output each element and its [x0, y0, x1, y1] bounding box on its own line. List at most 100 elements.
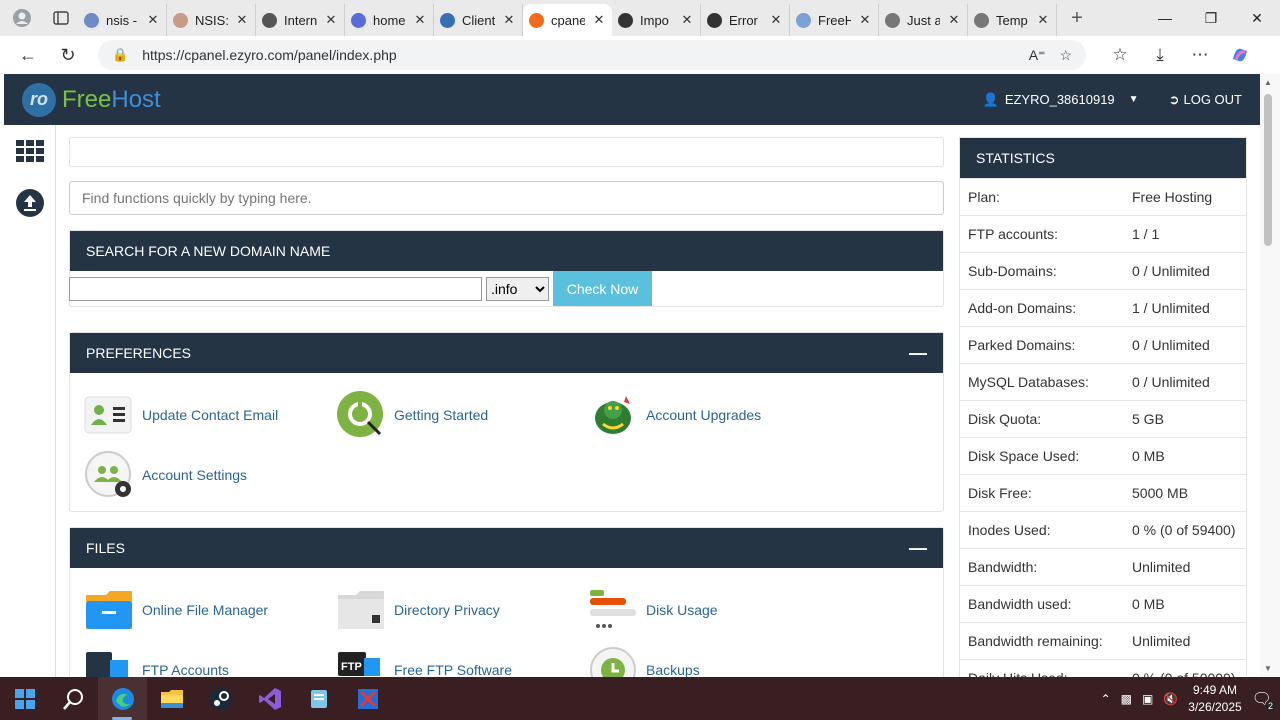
- new-tab-icon[interactable]: +: [1057, 4, 1097, 32]
- address-bar-row: ← ↻ 🔒 https://cpanel.ezyro.com/panel/ind…: [0, 36, 1280, 74]
- check-now-button[interactable]: Check Now: [553, 271, 652, 306]
- notepad-icon[interactable]: [294, 677, 343, 720]
- browser-tab[interactable]: NSIS: ✕: [167, 4, 256, 36]
- favorite-star-icon[interactable]: ☆: [1059, 47, 1072, 64]
- time: 9:49 AM: [1192, 682, 1237, 697]
- lock-icon[interactable]: 🔒: [112, 47, 128, 63]
- user-menu[interactable]: 👤 EZYRO_38610919 ▼: [983, 92, 1139, 108]
- scroll-up-icon[interactable]: ▲: [1264, 78, 1272, 87]
- close-tab-icon[interactable]: ✕: [592, 12, 606, 28]
- close-tab-icon[interactable]: ✕: [502, 12, 516, 28]
- stat-value: 0 / Unlimited: [1132, 337, 1210, 353]
- browser-tab[interactable]: Error ✕: [701, 4, 790, 36]
- stat-value: 0 / Unlimited: [1132, 263, 1210, 279]
- windows-start-icon[interactable]: [0, 677, 49, 720]
- logout-icon: ➲: [1168, 91, 1180, 107]
- app-icon[interactable]: [343, 677, 392, 720]
- browser-tab[interactable]: Impo ✕: [612, 4, 701, 36]
- freehost-logo[interactable]: ro FreeHost: [22, 82, 161, 117]
- scroll-down-icon[interactable]: ▼: [1264, 664, 1272, 673]
- browser-tab[interactable]: Intern ✕: [256, 4, 345, 36]
- browser-tab[interactable]: Client ✕: [434, 4, 523, 36]
- close-tab-icon[interactable]: ✕: [1036, 12, 1050, 28]
- minimize-icon[interactable]: —: [1142, 0, 1188, 36]
- collapse-icon[interactable]: —: [909, 343, 927, 364]
- favorites-icon[interactable]: ☆: [1100, 45, 1140, 65]
- meet-now-icon[interactable]: ▩: [1121, 692, 1132, 706]
- close-tab-icon[interactable]: ✕: [235, 12, 249, 28]
- scroll-thumb[interactable]: [1264, 94, 1272, 246]
- backups-link[interactable]: Backups: [588, 640, 840, 677]
- browser-tab[interactable]: home ✕: [345, 4, 434, 36]
- url-field[interactable]: 🔒 https://cpanel.ezyro.com/panel/index.p…: [98, 40, 1086, 70]
- collapse-icon[interactable]: —: [909, 538, 927, 559]
- browser-tab[interactable]: nsis - ✕: [78, 4, 167, 36]
- files-title: FILES: [86, 540, 125, 556]
- main-column: SEARCH FOR A NEW DOMAIN NAME .info Check…: [69, 137, 944, 677]
- item-label: Directory Privacy: [394, 602, 500, 618]
- online-file-manager-link[interactable]: Online File Manager: [84, 580, 336, 640]
- steam-icon[interactable]: [196, 677, 245, 720]
- show-hidden-icons-icon[interactable]: ⌃: [1101, 692, 1111, 706]
- stat-value: 0 MB: [1132, 596, 1165, 612]
- volume-muted-icon[interactable]: 🔇: [1163, 692, 1178, 706]
- upload-icon[interactable]: [4, 177, 56, 229]
- apps-grid-icon[interactable]: [4, 125, 56, 177]
- clock[interactable]: 9:49 AM 3/26/2025: [1188, 682, 1241, 716]
- visual-studio-icon[interactable]: [245, 677, 294, 720]
- ftp-accounts-link[interactable]: FTP Accounts: [84, 640, 336, 677]
- copilot-icon[interactable]: [1220, 45, 1260, 65]
- account-upgrades-link[interactable]: Account Upgrades: [588, 385, 840, 445]
- stat-row: Inodes Used: 0 % (0 of 59400): [960, 511, 1246, 548]
- logout-link[interactable]: ➲ LOG OUT: [1169, 92, 1242, 108]
- tab-favicon-icon: [618, 12, 633, 28]
- disk-usage-link[interactable]: Disk Usage: [588, 580, 840, 640]
- restore-icon[interactable]: ❐: [1188, 0, 1234, 36]
- search-icon[interactable]: [49, 677, 98, 720]
- browser-tab[interactable]: Just a ✕: [879, 4, 968, 36]
- preferences-header[interactable]: PREFERENCES —: [70, 333, 943, 373]
- domain-name-input[interactable]: [69, 276, 482, 301]
- quick-search-input[interactable]: [69, 181, 944, 215]
- files-header[interactable]: FILES —: [70, 528, 943, 568]
- close-tab-icon[interactable]: ✕: [947, 12, 961, 28]
- stat-row: FTP accounts: 1 / 1: [960, 215, 1246, 252]
- more-menu-icon[interactable]: ⋯: [1180, 45, 1220, 65]
- close-tab-icon[interactable]: ✕: [680, 12, 694, 28]
- close-tab-icon[interactable]: ✕: [324, 12, 338, 28]
- reload-icon[interactable]: ↻: [48, 36, 88, 74]
- notifications-icon[interactable]: 🗨 2: [1252, 689, 1276, 711]
- free-ftp-software-link[interactable]: FTP Free FTP Software: [336, 640, 588, 677]
- close-window-icon[interactable]: ✕: [1234, 0, 1280, 36]
- tab-favicon-icon: [796, 12, 811, 28]
- close-tab-icon[interactable]: ✕: [413, 12, 427, 28]
- tab-actions-icon[interactable]: [44, 4, 78, 32]
- stat-label: Bandwidth:: [968, 559, 1038, 575]
- edge-taskbar-icon[interactable]: [98, 677, 147, 720]
- logo-free-text: Free: [62, 85, 112, 113]
- browser-tab[interactable]: Temp ✕: [968, 4, 1057, 36]
- stat-row: Bandwidth: Unlimited: [960, 548, 1246, 585]
- browser-tab[interactable]: FreeH ✕: [790, 4, 879, 36]
- profile-icon[interactable]: [0, 4, 44, 32]
- directory-privacy-link[interactable]: Directory Privacy: [336, 580, 588, 640]
- stat-label: Add-on Domains:: [968, 300, 1077, 316]
- site-header: ro FreeHost 👤 EZYRO_38610919 ▼ ➲ LOG OUT: [4, 74, 1260, 125]
- page-scrollbar[interactable]: ▲ ▼: [1260, 74, 1280, 677]
- tld-select[interactable]: .info: [486, 276, 549, 301]
- account-settings-link[interactable]: Account Settings: [84, 445, 336, 505]
- downloads-icon[interactable]: ⤓: [1140, 45, 1180, 65]
- browser-tab[interactable]: cpane ✕: [523, 4, 612, 36]
- network-icon[interactable]: ▣: [1142, 692, 1153, 706]
- stat-value: 5000 MB: [1132, 485, 1189, 501]
- close-tab-icon[interactable]: ✕: [769, 12, 783, 28]
- update-contact-email-link[interactable]: Update Contact Email: [84, 385, 336, 445]
- close-tab-icon[interactable]: ✕: [146, 12, 160, 28]
- file-explorer-icon[interactable]: [147, 677, 196, 720]
- tab-title: cpane: [551, 12, 585, 28]
- close-tab-icon[interactable]: ✕: [858, 12, 872, 28]
- getting-started-link[interactable]: Getting Started: [336, 385, 588, 445]
- read-aloud-icon[interactable]: A⁼: [1029, 47, 1046, 64]
- tab-favicon-icon: [885, 12, 900, 28]
- back-icon[interactable]: ←: [8, 36, 48, 74]
